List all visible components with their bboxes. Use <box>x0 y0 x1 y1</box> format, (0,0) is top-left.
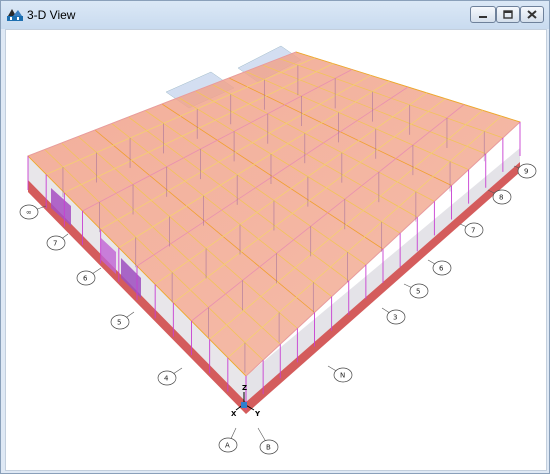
axis-y-label: Y <box>254 410 261 418</box>
grid-bubble-label: 6 <box>83 275 88 283</box>
3d-view-window: 3-D View ∞ 7 6 5 4 Ν 3 5 6 7 8 9 A B Z X… <box>0 0 550 474</box>
grid-bubble-label: 8 <box>499 194 503 202</box>
close-button[interactable] <box>520 6 544 23</box>
grid-bubble-label: 7 <box>471 227 475 235</box>
axis-z-label: Z <box>242 384 247 392</box>
grid-bubble-label: ∞ <box>26 209 32 217</box>
grid-bubble-label: 3 <box>393 314 397 322</box>
grid-bubble-label: Ν <box>340 372 345 380</box>
grid-bubble-label: 5 <box>117 319 121 327</box>
maximize-icon <box>503 10 513 19</box>
grid-bubble-label: A <box>225 442 230 450</box>
structure-3d-model[interactable]: ∞7654 Ν356789 AB Z X Y <box>6 30 546 470</box>
grid-bubble-label: 4 <box>164 375 169 383</box>
grid-bubbles-front: AB <box>218 427 279 455</box>
minimize-button[interactable] <box>470 6 496 23</box>
close-icon <box>527 10 537 19</box>
window-title: 3-D View <box>27 8 76 22</box>
grid-bubble-label: B <box>266 444 271 452</box>
grid-bubble-label: 9 <box>524 168 528 176</box>
structure-app-icon <box>7 9 23 21</box>
axis-x-label: X <box>231 410 237 418</box>
grid-bubble-label: 6 <box>439 265 444 273</box>
title-bar[interactable]: 3-D View <box>1 1 549 29</box>
grid-bubble-label: 7 <box>53 240 57 248</box>
model-viewport[interactable]: ∞ 7 6 5 4 Ν356789 AB Z X Y <box>5 29 547 471</box>
minimize-icon <box>479 16 487 18</box>
grid-bubble-label: 5 <box>416 288 420 296</box>
maximize-button[interactable] <box>496 6 520 23</box>
